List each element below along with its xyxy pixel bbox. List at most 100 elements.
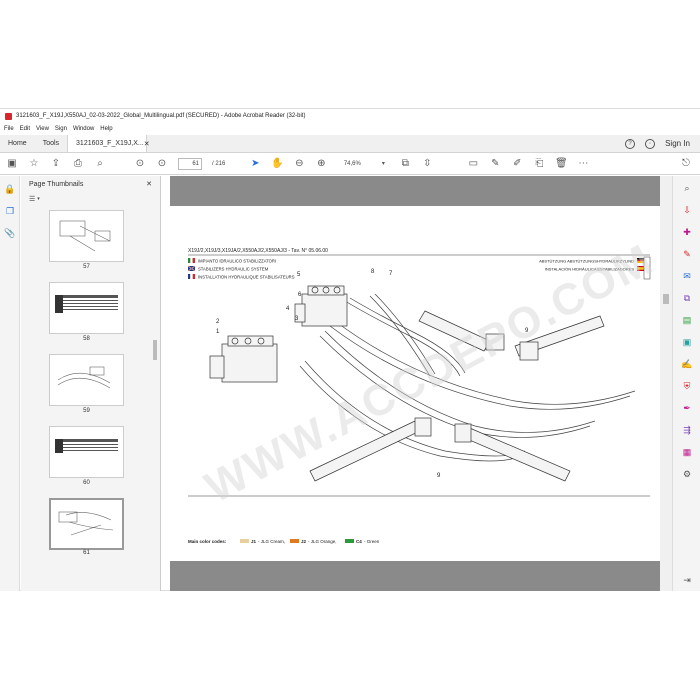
more-tools-settings-icon[interactable]: ⚙ (681, 468, 693, 480)
more-tools-icon[interactable]: ⋯ (577, 158, 589, 170)
save-icon[interactable]: ▣ (6, 158, 18, 170)
thumbnail-scrollbar[interactable] (152, 210, 158, 590)
code-j1: J1 (251, 539, 257, 544)
print-icon[interactable]: ⎙ (72, 158, 84, 170)
thumbnail-page[interactable] (49, 282, 124, 334)
menu-file[interactable]: File (4, 126, 14, 132)
page-header: X19J/2,X19J/3,X19JA/2,X550AJ/2,X550AJ/3 … (188, 248, 328, 254)
prepare-form-icon[interactable]: ▦ (681, 446, 693, 458)
window-title: 3121603_F_X19J,X550AJ_02-03-2022_Global_… (16, 113, 306, 119)
scroll-mode-icon[interactable]: ⇳ (421, 158, 433, 170)
page-total: / 216 (212, 160, 226, 167)
protect-icon[interactable]: ⛨ (681, 380, 693, 392)
fit-page-icon[interactable]: ⧉ (399, 158, 411, 170)
swatch-j2 (290, 539, 299, 543)
callout-4: 4 (286, 306, 290, 312)
thumbnails-header: Page Thumbnails ✕ (21, 176, 160, 192)
menu-edit[interactable]: Edit (20, 126, 30, 132)
title-spanish: INSTALACIÓN HIDRÁULICA ESTABILIZADORES (545, 267, 635, 272)
name-j1: - JLG Cream, (258, 539, 285, 544)
title-english: STABILIZERS HYDRAULIC SYSTEM (198, 267, 269, 272)
upload-icon[interactable]: ⇪ (50, 158, 62, 170)
fill-sign-icon[interactable]: ✍ (681, 358, 693, 370)
tab-tools[interactable]: Tools (35, 135, 67, 152)
comment-tool-icon[interactable]: ✉ (681, 270, 693, 282)
thumbnail-page[interactable] (49, 210, 124, 262)
thumbnail-page-selected[interactable] (49, 498, 124, 550)
menu-window[interactable]: Window (73, 126, 94, 132)
hydraulic-diagram: X19J/2,X19J/3,X19JA/2,X550AJ/2,X550AJ/3 … (187, 248, 651, 544)
color-codes-label: Main color codes: (188, 539, 227, 544)
color-codes-legend: Main color codes: J1 - JLG Cream, J2 - J… (188, 539, 380, 544)
callout-8: 8 (371, 269, 375, 275)
callout-2: 2 (216, 319, 220, 325)
thumbnails-panel: Page Thumbnails ✕ ☰ ▾ 57 58 59 60 61 (21, 176, 161, 591)
delete-icon[interactable]: 🗑 (555, 158, 568, 170)
callout-9b: 9 (437, 473, 441, 479)
close-panel-icon[interactable]: ✕ (146, 180, 152, 188)
title-german: ABSTÜTZUNG ABSTÜTZUNGSHYDRAULIKZYLIND (539, 259, 634, 264)
page-number-input[interactable]: 61 (178, 157, 202, 170)
star-icon[interactable]: ☆ (28, 158, 40, 170)
export-pdf-icon[interactable]: ⇩ (681, 204, 693, 216)
title-french: INSTALLATION HYDRAULIQUE STABILISATEURS (198, 275, 295, 280)
thumbnail-label: 57 (83, 264, 90, 270)
valve-blocks (209, 285, 348, 383)
sign-in-link[interactable]: Sign In (665, 139, 690, 148)
search-tool-icon[interactable]: ⌕ (681, 182, 693, 194)
organize-pages-icon[interactable]: ▤ (681, 314, 693, 326)
search-icon[interactable]: ⌕ (94, 158, 106, 170)
acrobat-window: 3121603_F_X19J,X550AJ_02-03-2022_Global_… (0, 108, 700, 591)
help-icon[interactable]: ? (625, 138, 636, 149)
lock-icon[interactable]: 🔒 (4, 184, 15, 194)
draw-icon[interactable]: ✐ (511, 158, 523, 170)
scan-ocr-icon[interactable]: ▣ (681, 336, 693, 348)
tab-document[interactable]: 3121603_F_X19J,X... ✕ (67, 135, 150, 152)
name-j2: - JLG Orange, (308, 539, 337, 544)
share-icon[interactable]: ⎋ (680, 158, 692, 170)
request-signature-icon[interactable]: ✒ (681, 402, 693, 414)
code-j2: J2 (301, 539, 307, 544)
thumbnail-list: 57 58 59 60 61 (21, 210, 149, 590)
thumbnail-page[interactable] (49, 426, 124, 478)
menu-sign[interactable]: Sign (55, 126, 67, 132)
zoom-out-icon[interactable]: ⊖ (293, 158, 305, 170)
tab-home[interactable]: Home (0, 135, 35, 152)
combine-files-icon[interactable]: ⧉ (681, 292, 693, 304)
zoom-level-input[interactable]: 74,6% (337, 158, 367, 170)
acrobat-app-icon (5, 112, 12, 120)
menu-view[interactable]: View (36, 126, 49, 132)
next-page-icon[interactable]: ⊙ (156, 158, 168, 170)
attachment-icon[interactable]: 📎 (4, 228, 15, 238)
stamp-icon[interactable]: ⎗ (533, 158, 545, 170)
edit-pdf-icon[interactable]: ✎ (681, 248, 693, 260)
close-tab-icon[interactable]: ✕ (144, 140, 150, 148)
swatch-j1 (240, 539, 249, 543)
comment-icon[interactable]: ▭ (467, 158, 479, 170)
right-tools-pane: ⌕ ⇩ ✚ ✎ ✉ ⧉ ▤ ▣ ✍ ⛨ ✒ ⇶ ▦ ⚙ ⇥ (672, 176, 700, 591)
select-cursor-icon[interactable]: ➤ (249, 158, 261, 170)
zoom-in-icon[interactable]: ⊕ (315, 158, 327, 170)
main-toolbar: ▣ ☆ ⇪ ⎙ ⌕ ⊙ ⊙ 61 / 216 ➤ ✋ ⊖ ⊕ 74,6% ▾ ⧉… (0, 153, 700, 175)
callout-9a: 9 (525, 328, 529, 334)
send-review-icon[interactable]: ⇶ (681, 424, 693, 436)
thumbnails-icon[interactable]: ❐ (5, 206, 15, 216)
document-scrollbar[interactable] (660, 176, 672, 591)
options-icon: ☰ (29, 196, 36, 203)
title-italian: IMPIANTO IDRAULICO STABILIZZATORI (198, 259, 276, 264)
notifications-icon[interactable]: ◦ (645, 138, 656, 149)
thumbnail-page[interactable] (49, 354, 124, 406)
thumbnail-options[interactable]: ☰ ▾ (21, 192, 160, 206)
name-c4: - Green (364, 539, 380, 544)
chevron-down-icon: ▾ (37, 196, 40, 202)
prev-page-icon[interactable]: ⊙ (134, 158, 146, 170)
menu-help[interactable]: Help (100, 126, 112, 132)
code-c4: C4 (356, 539, 362, 544)
chevron-down-icon[interactable]: ▾ (377, 158, 389, 170)
hand-tool-icon[interactable]: ✋ (271, 158, 283, 170)
highlight-icon[interactable]: ✎ (489, 158, 501, 170)
collapse-pane-icon[interactable]: ⇥ (681, 574, 693, 586)
create-pdf-icon[interactable]: ✚ (681, 226, 693, 238)
swatch-c4 (345, 539, 354, 543)
thumbnail-label: 58 (83, 336, 90, 342)
